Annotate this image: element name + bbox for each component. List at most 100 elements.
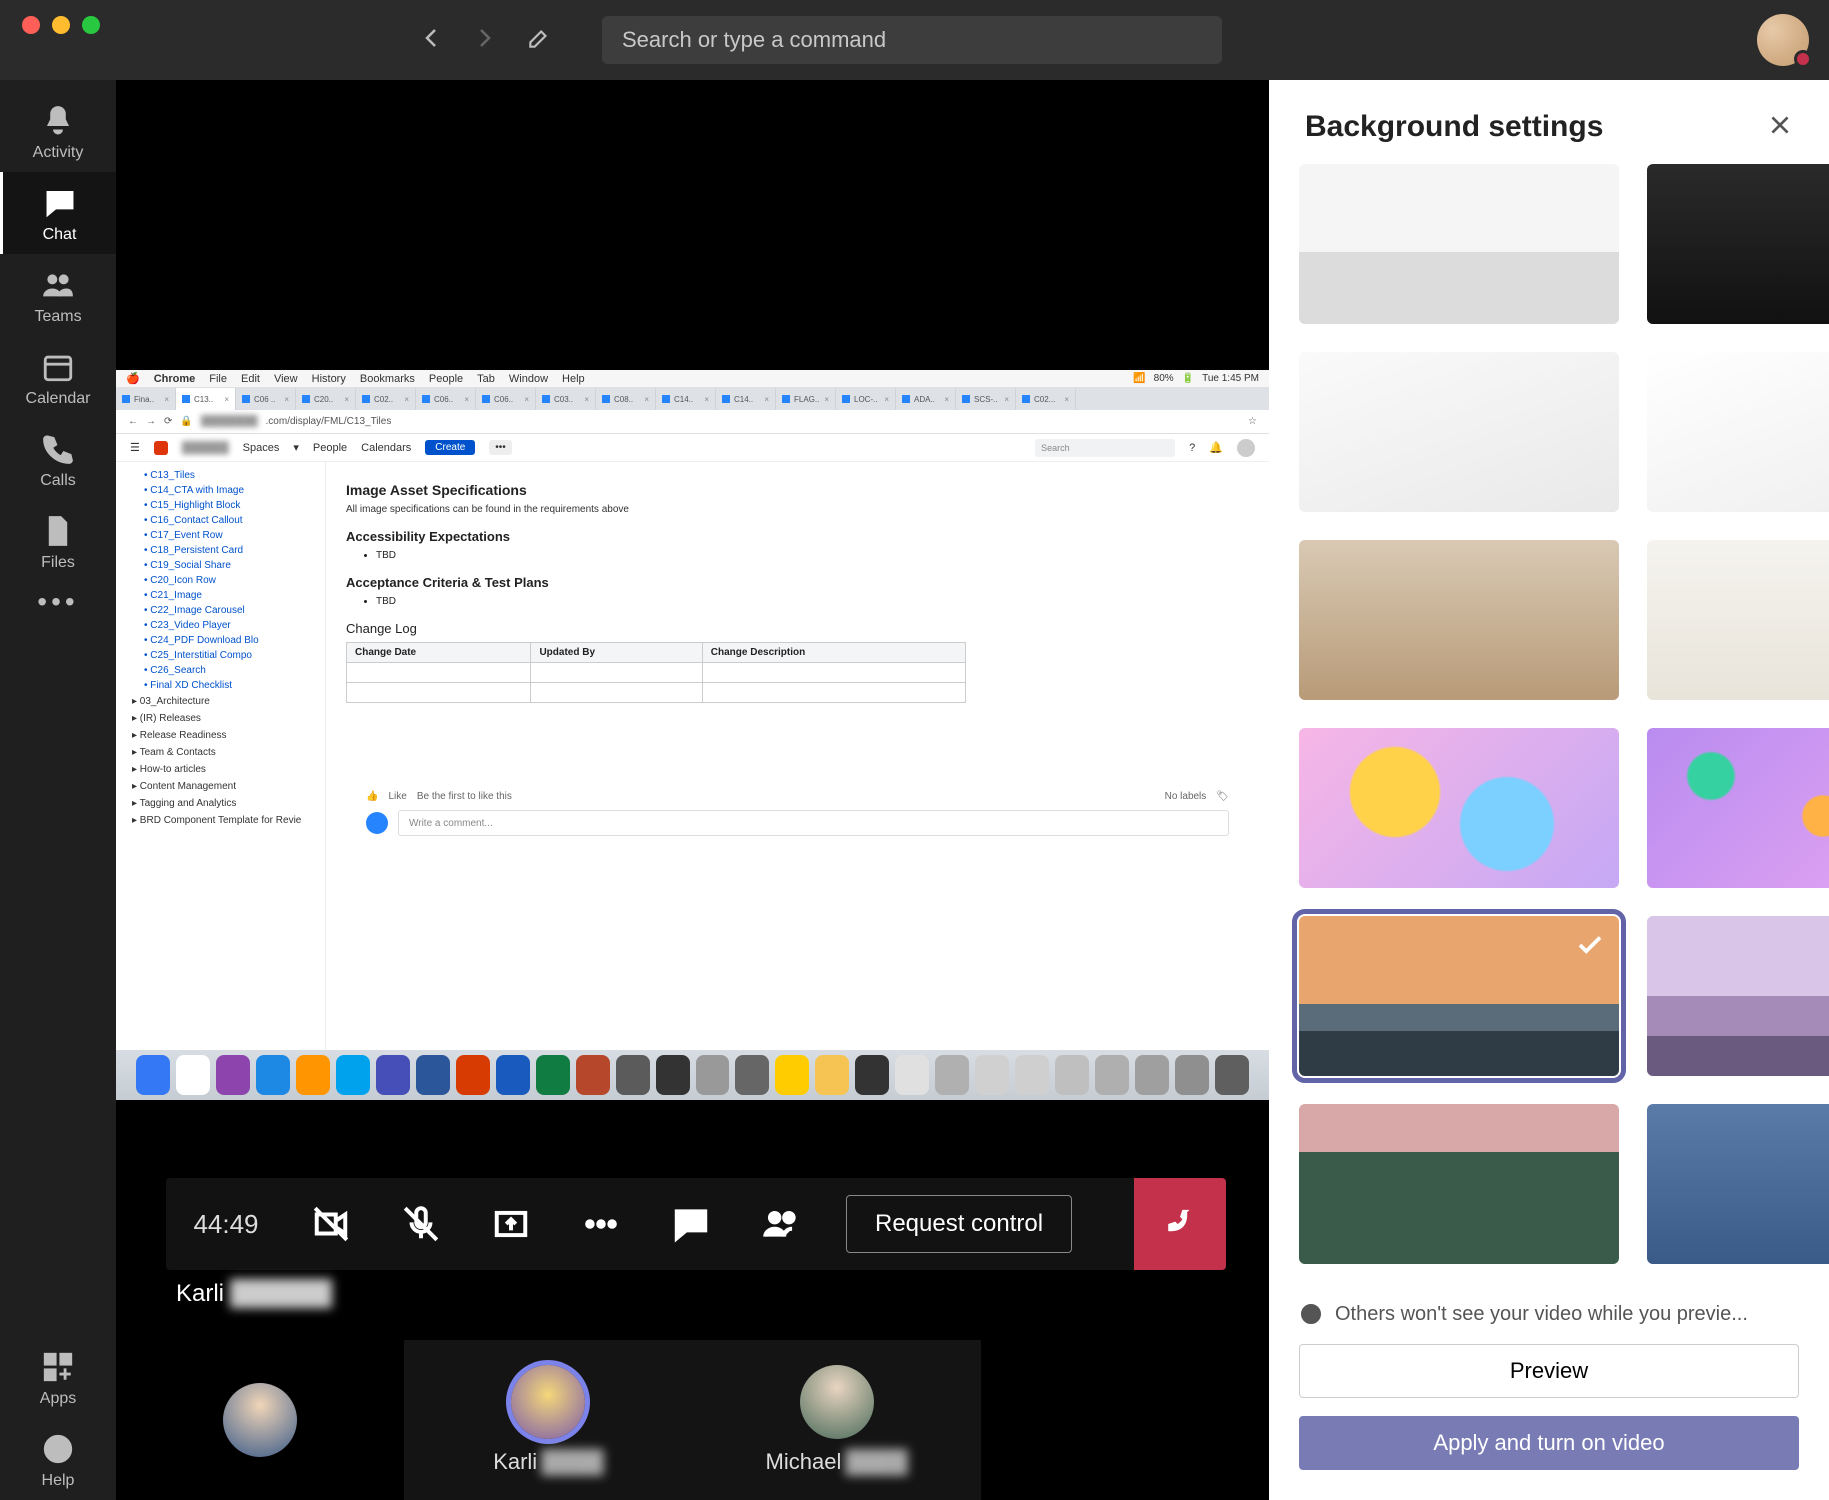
close-icon[interactable]	[1767, 112, 1793, 143]
browser-tab: C02... ×	[1016, 388, 1076, 410]
window-controls[interactable]	[22, 16, 100, 34]
background-option[interactable]	[1299, 352, 1619, 512]
call-timer: 44:49	[166, 1209, 286, 1240]
nav-back[interactable]	[420, 26, 444, 55]
page-link: • C25_Interstitial Compo	[144, 648, 325, 663]
more-actions[interactable]	[556, 1178, 646, 1270]
search-placeholder: Search or type a command	[622, 27, 886, 53]
dock-app	[256, 1055, 290, 1095]
page-link: • C24_PDF Download Blo	[144, 633, 325, 648]
participant-roster: Karli████ Michael████	[116, 1340, 1269, 1500]
request-control-button[interactable]: Request control	[846, 1195, 1072, 1253]
page-group: ▸ (IR) Releases	[132, 710, 325, 727]
nav-forward[interactable]	[472, 26, 496, 55]
app-rail: Activity Chat Teams Calendar Calls Files…	[0, 80, 116, 1500]
browser-url-bar: ←→⟳ 🔒 ████████.com/display/FML/C13_Tiles…	[116, 410, 1269, 434]
mic-toggle[interactable]	[376, 1178, 466, 1270]
page-group: ▸ 03_Architecture	[132, 693, 325, 710]
page-link: • C19_Social Share	[144, 558, 325, 573]
page-link: • C26_Search	[144, 663, 325, 678]
minimize-window[interactable]	[52, 16, 70, 34]
background-option[interactable]	[1299, 916, 1619, 1076]
participant[interactable]: Karli████	[404, 1340, 692, 1500]
wifi-icon: 📶	[1133, 373, 1145, 384]
background-option[interactable]	[1299, 728, 1619, 888]
call-controls: 44:49 Request control	[166, 1178, 1226, 1270]
dock-app	[616, 1055, 650, 1095]
background-option[interactable]	[1647, 728, 1829, 888]
background-option[interactable]	[1647, 352, 1829, 512]
rail-calls[interactable]: Calls	[0, 418, 116, 500]
page-link: • Final XD Checklist	[144, 678, 325, 693]
page-group: ▸ How-to articles	[132, 761, 325, 778]
background-option[interactable]	[1299, 164, 1619, 324]
hangup-button[interactable]	[1134, 1178, 1226, 1270]
mac-dock	[116, 1050, 1269, 1100]
share-toggle[interactable]	[466, 1178, 556, 1270]
page-link: • C17_Event Row	[144, 528, 325, 543]
browser-tab: Fina.. ×	[116, 388, 176, 410]
browser-tab: C06.. ×	[416, 388, 476, 410]
dock-app	[975, 1055, 1009, 1095]
participant[interactable]: Michael████	[693, 1340, 981, 1500]
browser-tab: FLAG.. ×	[776, 388, 836, 410]
dock-app	[1135, 1055, 1169, 1095]
page-group: ▸ Release Readiness	[132, 727, 325, 744]
browser-tabs: Fina.. ×C13.. ×C06 .. ×C20.. ×C02.. ×C06…	[116, 388, 1269, 410]
browser-tab: C13.. ×	[176, 388, 236, 410]
rail-help[interactable]: Help	[0, 1418, 116, 1500]
rail-files[interactable]: Files	[0, 500, 116, 582]
rail-calendar[interactable]: Calendar	[0, 336, 116, 418]
participant[interactable]	[116, 1340, 404, 1500]
dock-app	[895, 1055, 929, 1095]
background-option[interactable]	[1647, 164, 1829, 324]
confluence-search: Search	[1035, 439, 1175, 457]
chat-toggle[interactable]	[646, 1178, 736, 1270]
background-option[interactable]	[1647, 916, 1829, 1076]
page-link: • C18_Persistent Card	[144, 543, 325, 558]
browser-tab: ADA.. ×	[896, 388, 956, 410]
rail-teams[interactable]: Teams	[0, 254, 116, 336]
dock-app	[696, 1055, 730, 1095]
background-option[interactable]	[1299, 540, 1619, 700]
dock-app	[1095, 1055, 1129, 1095]
page-group: ▸ BRD Component Template for Revie	[132, 812, 325, 829]
confluence-sidebar: • C13_Tiles• C14_CTA with Image• C15_Hig…	[116, 462, 326, 1050]
dock-app	[735, 1055, 769, 1095]
close-window[interactable]	[22, 16, 40, 34]
search-input[interactable]: Search or type a command	[602, 16, 1222, 64]
dock-app	[416, 1055, 450, 1095]
dock-app	[1175, 1055, 1209, 1095]
page-group: ▸ Content Management	[132, 778, 325, 795]
browser-tab: C02.. ×	[356, 388, 416, 410]
people-toggle[interactable]	[736, 1178, 826, 1270]
rail-activity[interactable]: Activity	[0, 90, 116, 172]
background-option[interactable]	[1647, 540, 1829, 700]
rail-apps[interactable]: Apps	[0, 1336, 116, 1418]
dock-app	[935, 1055, 969, 1095]
page-link: • C13_Tiles	[144, 468, 325, 483]
apply-button[interactable]: Apply and turn on video	[1299, 1416, 1799, 1470]
dock-app	[1215, 1055, 1249, 1095]
preview-info: Others won't see your video while you pr…	[1269, 1284, 1829, 1344]
background-option[interactable]	[1299, 1104, 1619, 1264]
dock-app	[1055, 1055, 1089, 1095]
dock-app	[576, 1055, 610, 1095]
dock-app	[775, 1055, 809, 1095]
zoom-window[interactable]	[82, 16, 100, 34]
dock-app	[216, 1055, 250, 1095]
background-option[interactable]	[1647, 1104, 1829, 1264]
dock-app	[855, 1055, 889, 1095]
dock-app	[536, 1055, 570, 1095]
dock-app	[296, 1055, 330, 1095]
camera-toggle[interactable]	[286, 1178, 376, 1270]
compose-icon[interactable]	[526, 25, 552, 56]
dock-app	[376, 1055, 410, 1095]
rail-more[interactable]: •••	[37, 586, 78, 618]
dock-app	[656, 1055, 690, 1095]
meeting-stage: 🍎 Chrome File Edit View History Bookmark…	[116, 80, 1269, 1500]
mac-menubar: 🍎 Chrome File Edit View History Bookmark…	[116, 370, 1269, 388]
preview-button[interactable]: Preview	[1299, 1344, 1799, 1398]
page-group: ▸ Team & Contacts	[132, 744, 325, 761]
rail-chat[interactable]: Chat	[0, 172, 116, 254]
